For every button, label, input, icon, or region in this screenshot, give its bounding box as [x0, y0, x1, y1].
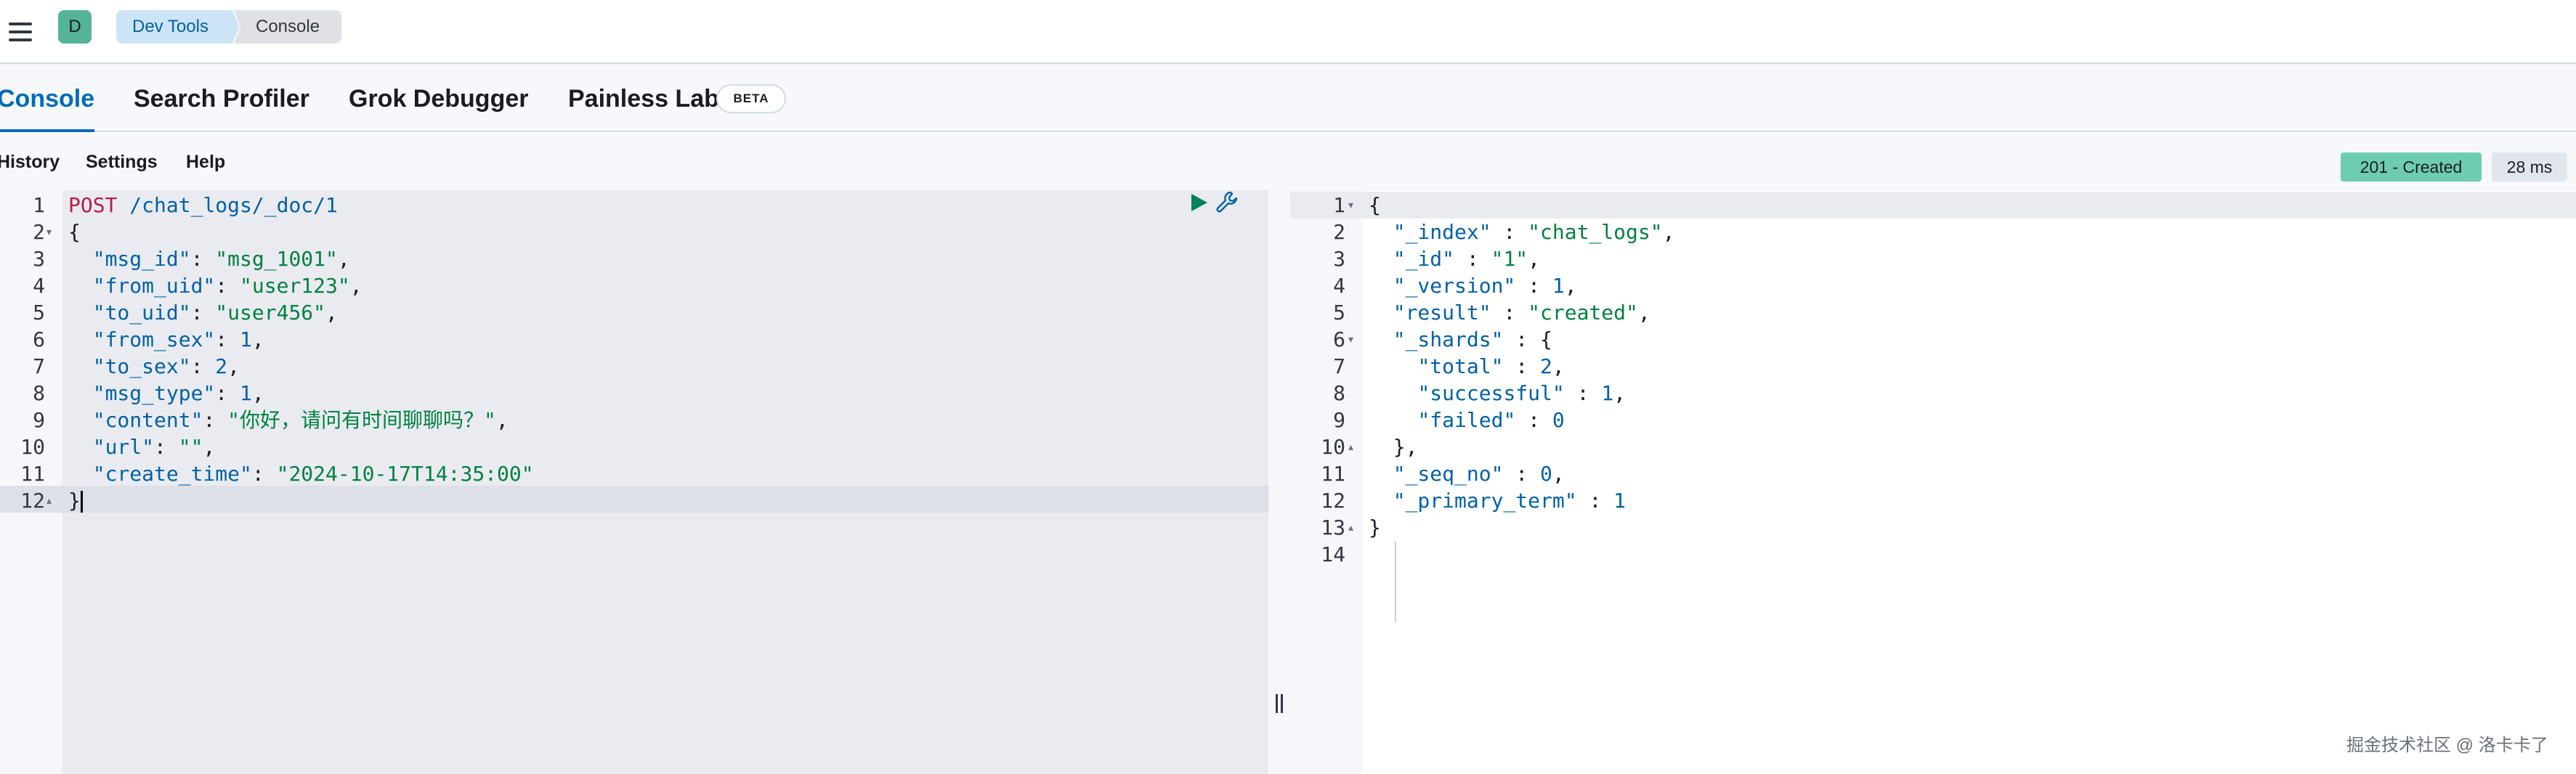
- fold-arrow-icon[interactable]: ▾: [1348, 326, 1353, 353]
- breadcrumb-dev-tools[interactable]: Dev Tools: [116, 10, 240, 44]
- response-line-13: }: [1369, 516, 1381, 539]
- tab-console[interactable]: Console: [0, 65, 94, 132]
- line-number: 1: [33, 193, 45, 217]
- line-number: 12: [1321, 489, 1345, 513]
- line-number: 8: [1333, 381, 1345, 405]
- code-line-10: "url": "",: [92, 435, 216, 459]
- request-path: /chat_logs/_doc/1: [129, 193, 338, 217]
- fold-arrow-icon[interactable]: ▴: [46, 487, 52, 514]
- http-method: POST: [68, 193, 118, 217]
- line-number: 10: [1321, 435, 1345, 459]
- fold-arrow-icon[interactable]: ▾: [46, 219, 52, 245]
- code-line-7: "to_sex": 2,: [92, 354, 240, 378]
- settings-button[interactable]: Settings: [86, 134, 158, 190]
- line-number: 8: [33, 381, 45, 405]
- line-number: 5: [33, 301, 45, 325]
- line-number: 4: [33, 274, 45, 298]
- line-number: 4: [1333, 274, 1345, 298]
- request-editor[interactable]: 1 2 ▾ 3 4 5 6 7 8 9 10 11 12 ▴ POST /cha…: [0, 190, 1268, 774]
- code-line-1: POST /chat_logs/_doc/1: [68, 192, 1268, 219]
- space-avatar[interactable]: D: [58, 10, 92, 44]
- code-line-12: }: [68, 487, 1268, 514]
- code-line-6: "from_sex": 1,: [92, 327, 264, 351]
- tab-painless-lab[interactable]: Painless Lab: [568, 65, 719, 132]
- line-number: 13: [1321, 516, 1345, 539]
- line-number: 11: [1321, 462, 1345, 486]
- response-line-3: "_id" : "1",: [1393, 247, 1541, 271]
- code-line-2: {: [68, 220, 81, 244]
- response-line-9: "failed" : 0: [1417, 408, 1565, 432]
- code-line-9: "content": "你好，请问有时间聊聊吗？",: [92, 408, 509, 432]
- code-line-4: "from_uid": "user123",: [92, 274, 362, 298]
- code-line-5: "to_uid": "user456",: [92, 301, 338, 325]
- tab-search-profiler[interactable]: Search Profiler: [134, 65, 309, 132]
- line-number: 9: [1333, 408, 1345, 432]
- response-line-11: "_seq_no" : 0,: [1393, 462, 1565, 486]
- fold-arrow-icon[interactable]: ▴: [1348, 514, 1353, 541]
- line-number: 10: [20, 435, 45, 459]
- beta-badge: BETA: [716, 84, 786, 113]
- resizer-grip-icon[interactable]: [1273, 694, 1286, 716]
- line-number: 1: [1333, 193, 1345, 217]
- line-number: 3: [1333, 247, 1345, 271]
- wrench-icon[interactable]: [1215, 190, 1239, 215]
- response-time-badge: 28 ms: [2492, 152, 2567, 182]
- line-number: 2: [33, 220, 45, 244]
- line-number: 9: [33, 408, 45, 432]
- line-number: 12: [20, 489, 45, 513]
- code-line-8: "msg_type": 1,: [92, 381, 264, 405]
- console-toolbar: History Settings Help: [0, 134, 2576, 190]
- history-button[interactable]: History: [0, 134, 60, 190]
- watermark: 掘金技术社区 @ 洛卡卡了: [2346, 736, 2548, 755]
- fold-arrow-icon[interactable]: ▾: [1348, 192, 1353, 219]
- line-number: 3: [33, 247, 45, 271]
- response-line-12: "_primary_term" : 1: [1393, 489, 1627, 513]
- breadcrumb-console: Console: [234, 10, 341, 44]
- code-line-3: "msg_id": "msg_1001",: [92, 247, 350, 271]
- response-editor[interactable]: 1 ▾ 2 3 4 5 6 ▾ 7 8 9 10 ▴ 11 12 13 ▴ 14…: [1290, 190, 2576, 774]
- response-line-7: "total" : 2,: [1417, 354, 1565, 378]
- dev-tools-tabs: Console Search Profiler Grok Debugger Pa…: [0, 65, 2576, 132]
- response-line-1: {: [1369, 193, 1381, 217]
- line-number: 7: [1333, 354, 1345, 378]
- response-line-10: },: [1369, 435, 1418, 459]
- line-number: 11: [20, 462, 45, 486]
- help-button[interactable]: Help: [186, 134, 225, 190]
- tab-grok-debugger[interactable]: Grok Debugger: [349, 65, 528, 132]
- response-line-14: [1369, 541, 2576, 568]
- text-cursor: [80, 491, 83, 513]
- line-number: 7: [33, 354, 45, 378]
- line-number: 5: [1333, 301, 1345, 325]
- line-number: 6: [1333, 327, 1345, 351]
- app-header: D Dev Tools Console: [0, 0, 2576, 64]
- hamburger-menu-icon[interactable]: [4, 16, 36, 48]
- response-line-6: "_shards" : {: [1393, 327, 1552, 351]
- line-number: 6: [33, 327, 45, 351]
- response-line-5: "result" : "created",: [1393, 301, 1650, 325]
- fold-arrow-icon[interactable]: ▴: [1348, 433, 1353, 460]
- status-badge: 201 - Created: [2341, 152, 2482, 182]
- play-icon[interactable]: [1188, 192, 1209, 213]
- line-number: 2: [1333, 220, 1345, 244]
- response-line-8: "successful" : 1,: [1417, 381, 1627, 405]
- editor-resizer[interactable]: [1268, 190, 1290, 774]
- response-line-2: "_index" : "chat_logs",: [1393, 220, 1675, 244]
- response-line-4: "_version" : 1,: [1393, 274, 1577, 298]
- line-number: 14: [1321, 542, 1345, 566]
- code-line-11: "create_time": "2024-10-17T14:35:00": [92, 462, 534, 486]
